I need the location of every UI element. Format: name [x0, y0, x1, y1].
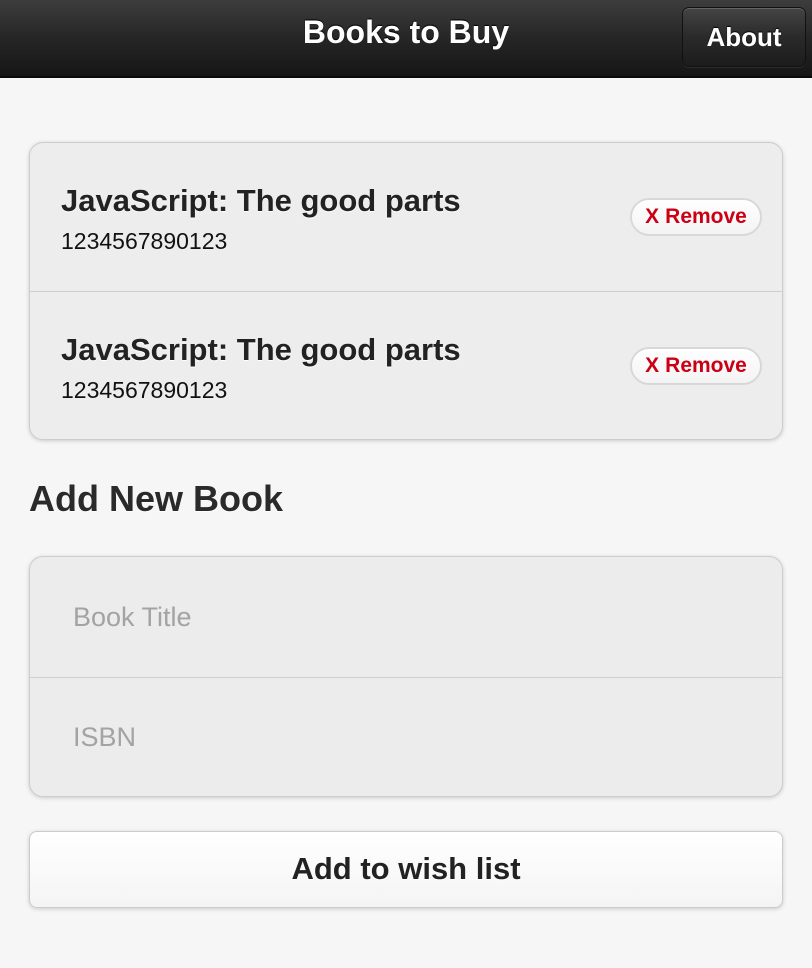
app-header: Books to Buy About	[0, 0, 812, 78]
book-title-input[interactable]	[30, 557, 782, 677]
add-book-heading: Add New Book	[29, 478, 284, 519]
book-title: JavaScript: The good parts	[61, 332, 461, 367]
close-icon: X	[645, 205, 660, 228]
remove-button[interactable]: X Remove	[630, 198, 762, 236]
close-icon: X	[645, 354, 660, 377]
book-isbn: 1234567890123	[61, 377, 228, 403]
remove-button[interactable]: X Remove	[630, 347, 762, 385]
remove-label: Remove	[665, 205, 747, 228]
book-list: JavaScript: The good parts 1234567890123…	[29, 142, 783, 440]
remove-label: Remove	[665, 354, 747, 377]
about-button[interactable]: About	[682, 7, 806, 67]
list-item: JavaScript: The good parts 1234567890123…	[30, 143, 782, 291]
book-title: JavaScript: The good parts	[61, 183, 461, 218]
book-isbn: 1234567890123	[61, 228, 228, 254]
add-book-form	[29, 556, 783, 797]
list-item: JavaScript: The good parts 1234567890123…	[30, 291, 782, 439]
isbn-input[interactable]	[30, 677, 782, 796]
add-to-wish-list-button[interactable]: Add to wish list	[29, 831, 783, 908]
